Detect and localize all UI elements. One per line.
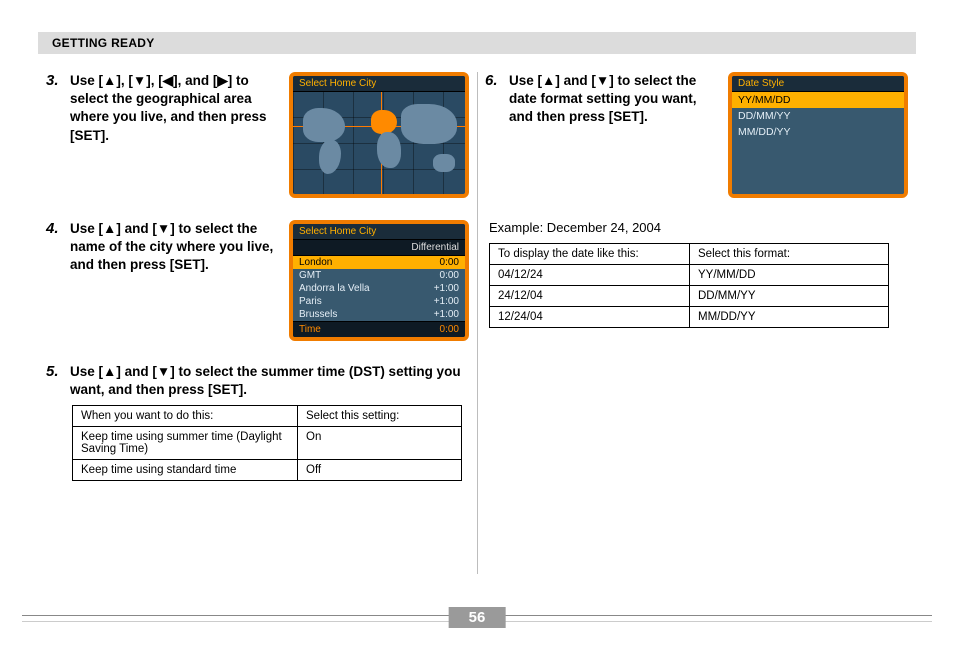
step-text: Use [▲] and [▼] to select the date forma… — [509, 72, 718, 127]
down-triangle-icon: ▼ — [157, 363, 170, 381]
device-screenshot-date-style: Date Style YY/MM/DDDD/MM/YYMM/DD/YY — [728, 72, 908, 198]
format-table: To display the date like this: Select th… — [489, 243, 889, 328]
city-row: Andorra la Vella+1:00 — [293, 282, 465, 295]
date-row: DD/MM/YY — [732, 108, 904, 124]
up-triangle-icon: ▲ — [103, 363, 116, 381]
up-triangle-icon: ▲ — [103, 220, 116, 238]
step-text: Use [▲] and [▼] to select the name of th… — [70, 220, 279, 275]
left-triangle-icon: ◀ — [163, 72, 173, 90]
step-text: Use [▲], [▼], [◀], and [▶] to select the… — [70, 72, 279, 145]
device-title: Select Home City — [293, 76, 465, 92]
down-triangle-icon: ▼ — [157, 220, 170, 238]
device-subheader: Differential — [293, 240, 465, 256]
table-row: Keep time using standard timeOff — [73, 460, 462, 481]
up-triangle-icon: ▲ — [542, 72, 555, 90]
left-column: 3. Use [▲], [▼], [◀], and [▶] to select … — [38, 72, 477, 503]
step-number: 6. — [485, 72, 503, 127]
down-triangle-icon: ▼ — [596, 72, 609, 90]
step-4: 4. Use [▲] and [▼] to select the name of… — [46, 220, 469, 341]
step-5: 5. Use [▲] and [▼] to select the summer … — [46, 363, 469, 481]
table-header-row: To display the date like this: Select th… — [490, 244, 889, 265]
device-screenshot-map: Select Home City — [289, 72, 469, 198]
page-number: 56 — [449, 607, 506, 628]
step-text: Use [▲] and [▼] to select the summer tim… — [70, 363, 469, 399]
city-row: GMT0:00 — [293, 269, 465, 282]
table-row: 04/12/24YY/MM/DD — [490, 265, 889, 286]
device-screenshot-city-list: Select Home City Differential London0:00… — [289, 220, 469, 341]
city-row: Paris+1:00 — [293, 295, 465, 308]
step-number: 4. — [46, 220, 64, 275]
date-rows: YY/MM/DDDD/MM/YYMM/DD/YY — [732, 92, 904, 140]
device-title: Select Home City — [293, 224, 465, 240]
right-column: 6. Use [▲] and [▼] to select the date fo… — [477, 72, 916, 503]
device-title: Date Style — [732, 76, 904, 92]
table-header-row: When you want to do this: Select this se… — [73, 406, 462, 427]
section-header: GETTING READY — [38, 32, 916, 54]
date-row: YY/MM/DD — [732, 92, 904, 108]
city-row: London0:00 — [293, 256, 465, 269]
step-number: 5. — [46, 363, 64, 399]
example-label: Example: December 24, 2004 — [489, 220, 908, 235]
dst-table: When you want to do this: Select this se… — [72, 405, 462, 481]
columns: 3. Use [▲], [▼], [◀], and [▶] to select … — [38, 72, 916, 503]
up-triangle-icon: ▲ — [103, 72, 116, 90]
device-padding — [732, 140, 904, 194]
table-row: 24/12/04DD/MM/YY — [490, 286, 889, 307]
right-triangle-icon: ▶ — [217, 72, 227, 90]
table-row: Keep time using summer time (Daylight Sa… — [73, 427, 462, 460]
step-number: 3. — [46, 72, 64, 145]
step-6: 6. Use [▲] and [▼] to select the date fo… — [485, 72, 908, 198]
city-row: Brussels+1:00 — [293, 308, 465, 321]
down-triangle-icon: ▼ — [133, 72, 146, 90]
world-map — [293, 92, 465, 196]
device-footer: Time 0:00 — [293, 321, 465, 337]
date-row: MM/DD/YY — [732, 124, 904, 140]
table-row: 12/24/04MM/DD/YY — [490, 307, 889, 328]
step-3: 3. Use [▲], [▼], [◀], and [▶] to select … — [46, 72, 469, 198]
city-rows: London0:00GMT0:00Andorra la Vella+1:00Pa… — [293, 256, 465, 321]
